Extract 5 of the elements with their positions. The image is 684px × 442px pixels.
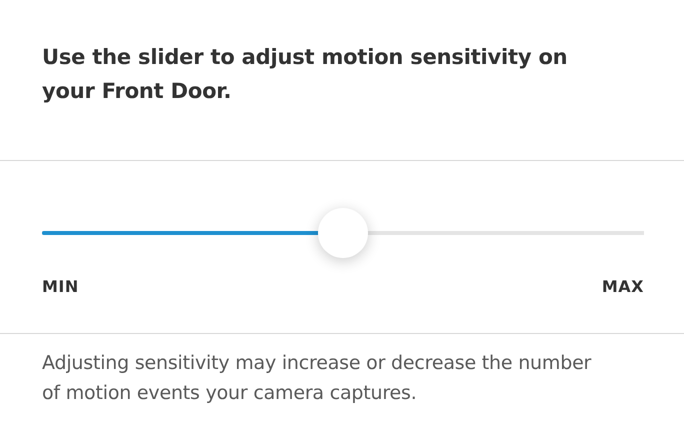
min-label: MIN <box>42 277 79 296</box>
max-label: MAX <box>602 277 644 296</box>
heading: Use the slider to adjust motion sensitivity on your Front Door. <box>42 44 568 105</box>
slider-thumb[interactable] <box>318 208 368 258</box>
description: Adjusting sensitivity may increase or decrease the number of motion events your camera captures. <box>41 351 592 406</box>
